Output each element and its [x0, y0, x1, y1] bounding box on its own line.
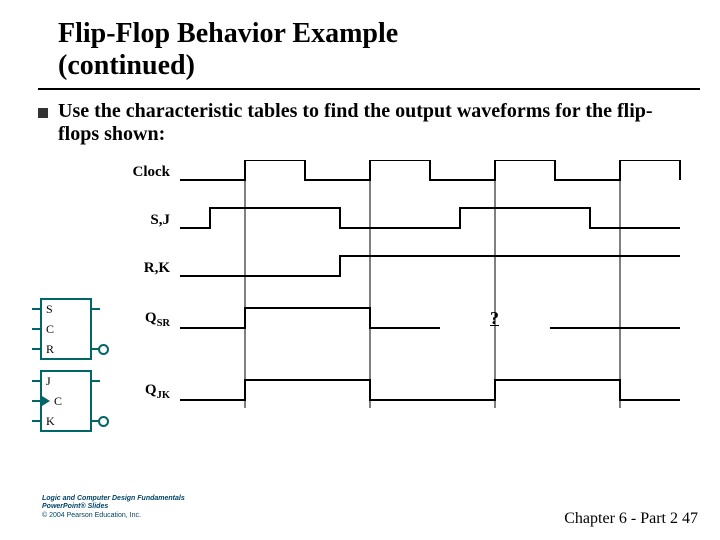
footer-logo: Logic and Computer Design Fundamentals P… [42, 495, 185, 520]
waveform-svg [40, 160, 690, 460]
footer-line-3: © 2004 Pearson Education, Inc. [42, 512, 185, 520]
title-rule [38, 88, 700, 90]
timing-diagram: Clock S,J R,K QSR QJK S C R J C K ? [40, 160, 690, 470]
footer-page: Chapter 6 - Part 2 47 [564, 510, 698, 528]
bullet-text: Use the characteristic tables to find th… [58, 100, 680, 146]
footer-line-1: Logic and Computer Design Fundamentals [42, 495, 185, 503]
footer-line-2: PowerPoint® Slides [42, 503, 185, 511]
bullet-item: Use the characteristic tables to find th… [0, 100, 720, 146]
bullet-icon [38, 108, 48, 118]
title-line-1: Flip-Flop Behavior Example [58, 18, 398, 49]
page-title: Flip-Flop Behavior Example (continued) [0, 0, 720, 84]
title-line-2: (continued) [58, 50, 195, 81]
